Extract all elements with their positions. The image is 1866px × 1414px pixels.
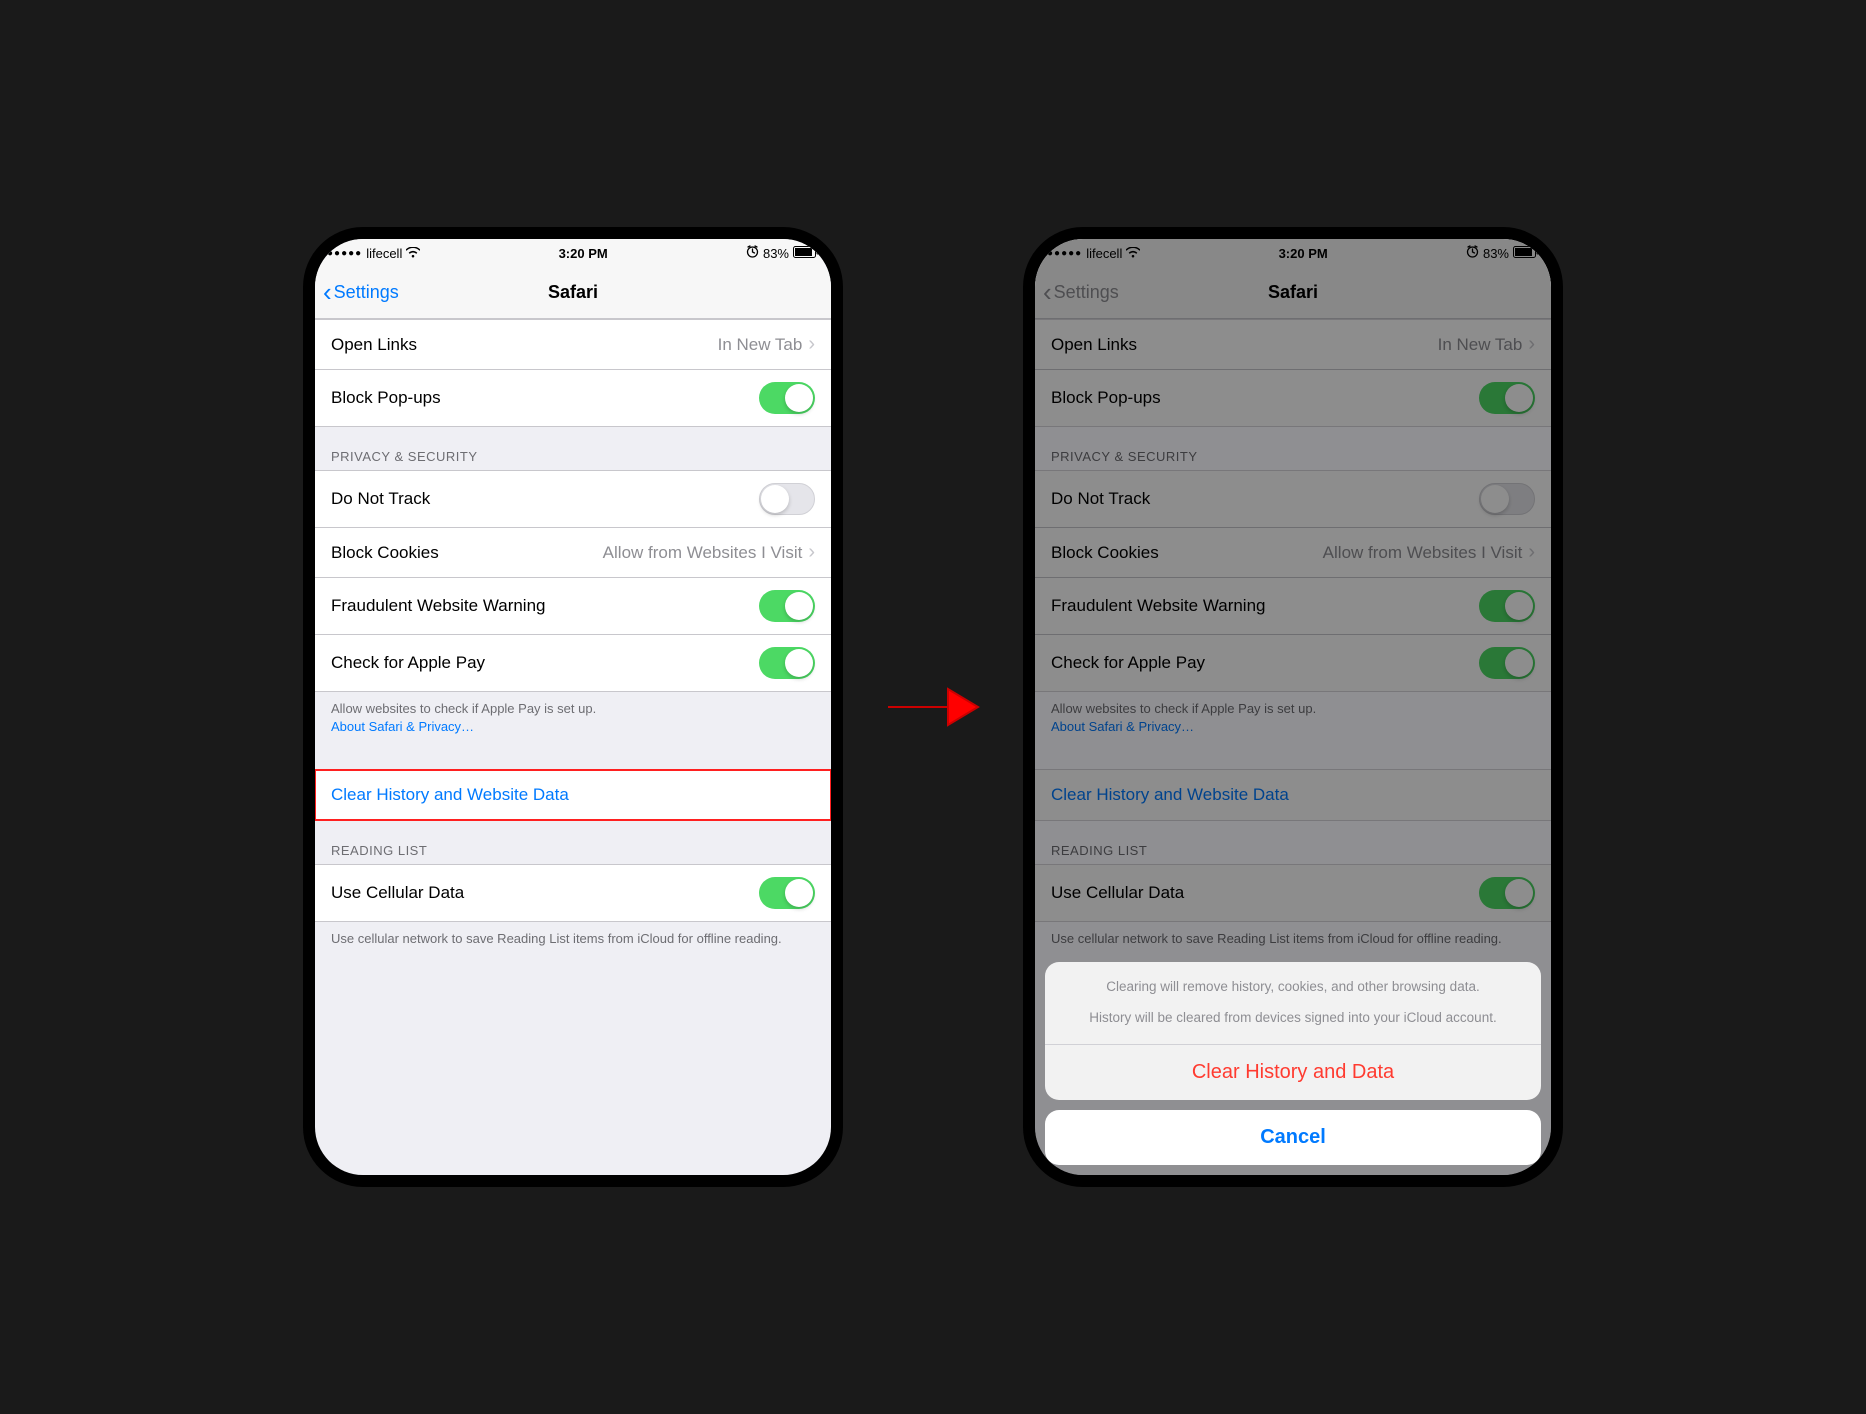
cellular-data-cell: Use Cellular Data [315, 865, 831, 921]
alarm-icon [746, 245, 759, 261]
clear-history-cell[interactable]: Clear History and Website Data [315, 770, 831, 820]
fraud-warning-label: Fraudulent Website Warning [331, 596, 759, 616]
clock-label: 3:20 PM [1279, 246, 1328, 261]
clear-history-label: Clear History and Website Data [331, 785, 815, 805]
open-links-cell[interactable]: Open Links In New Tab › [315, 320, 831, 370]
chevron-left-icon: ‹ [1043, 277, 1052, 308]
privacy-footer-text: Allow websites to check if Apple Pay is … [331, 701, 596, 716]
sheet-msg-line1: Clearing will remove history, cookies, a… [1065, 978, 1521, 997]
settings-content[interactable]: Open Links In New Tab › Block Pop-ups PR… [315, 319, 831, 1175]
fraud-warning-toggle[interactable] [1479, 590, 1535, 622]
dnt-toggle[interactable] [1479, 483, 1535, 515]
dnt-label: Do Not Track [1051, 489, 1479, 509]
apple-pay-toggle[interactable] [759, 647, 815, 679]
screen-right: ●●●●● lifecell 3:20 PM 83% ‹ Setting [1035, 239, 1551, 1175]
about-safari-privacy-link[interactable]: About Safari & Privacy… [331, 719, 474, 734]
action-sheet: Clearing will remove history, cookies, a… [1045, 962, 1541, 1165]
back-label: Settings [1054, 282, 1119, 303]
reading-footer: Use cellular network to save Reading Lis… [315, 922, 831, 954]
status-bar: ●●●●● lifecell 3:20 PM 83% [315, 239, 831, 267]
battery-pct-label: 83% [763, 246, 789, 261]
apple-pay-label: Check for Apple Pay [1051, 653, 1479, 673]
block-popups-cell: Block Pop-ups [1035, 370, 1551, 426]
block-popups-toggle[interactable] [1479, 382, 1535, 414]
chevron-right-icon: › [1528, 333, 1535, 356]
screen-left: ●●●●● lifecell 3:20 PM 83% ‹ Setting [315, 239, 831, 1175]
open-links-cell[interactable]: Open Links In New Tab › [1035, 320, 1551, 370]
open-links-value: In New Tab [718, 335, 803, 355]
cellular-data-toggle[interactable] [759, 877, 815, 909]
privacy-header: PRIVACY & SECURITY [1035, 427, 1551, 470]
apple-pay-toggle[interactable] [1479, 647, 1535, 679]
battery-icon [793, 246, 819, 261]
dnt-toggle[interactable] [759, 483, 815, 515]
battery-icon [1513, 246, 1539, 261]
arrow-icon [883, 677, 983, 737]
privacy-footer: Allow websites to check if Apple Pay is … [315, 692, 831, 741]
block-cookies-label: Block Cookies [331, 543, 439, 563]
privacy-footer: Allow websites to check if Apple Pay is … [1035, 692, 1551, 741]
carrier-label: lifecell [366, 246, 402, 261]
block-cookies-cell[interactable]: Block Cookies Allow from Websites I Visi… [1035, 528, 1551, 578]
cellular-data-label: Use Cellular Data [331, 883, 759, 903]
clear-history-label: Clear History and Website Data [1051, 785, 1535, 805]
reading-list-header: READING LIST [315, 821, 831, 864]
clear-history-data-button[interactable]: Clear History and Data [1045, 1045, 1541, 1100]
open-links-label: Open Links [1051, 335, 1438, 355]
nav-bar: ‹ Settings Safari [315, 267, 831, 319]
block-popups-label: Block Pop-ups [1051, 388, 1479, 408]
block-popups-cell: Block Pop-ups [315, 370, 831, 426]
wifi-icon [1126, 246, 1140, 261]
back-label: Settings [334, 282, 399, 303]
sheet-msg-line2: History will be cleared from devices sig… [1065, 1009, 1521, 1028]
block-cookies-value: Allow from Websites I Visit [449, 543, 803, 563]
apple-pay-cell: Check for Apple Pay [1035, 635, 1551, 691]
clock-label: 3:20 PM [559, 246, 608, 261]
cellular-data-cell: Use Cellular Data [1035, 865, 1551, 921]
dnt-cell: Do Not Track [315, 471, 831, 528]
back-button[interactable]: ‹ Settings [315, 277, 399, 308]
phone-right: ●●●●● lifecell 3:20 PM 83% ‹ Setting [1023, 227, 1563, 1187]
carrier-label: lifecell [1086, 246, 1122, 261]
privacy-header: PRIVACY & SECURITY [315, 427, 831, 470]
battery-pct-label: 83% [1483, 246, 1509, 261]
fraud-warning-cell: Fraudulent Website Warning [1035, 578, 1551, 635]
wifi-icon [406, 246, 420, 261]
status-bar: ●●●●● lifecell 3:20 PM 83% [1035, 239, 1551, 267]
open-links-label: Open Links [331, 335, 718, 355]
about-safari-privacy-link[interactable]: About Safari & Privacy… [1051, 719, 1194, 734]
clear-history-cell[interactable]: Clear History and Website Data [1035, 770, 1551, 820]
phone-left: ●●●●● lifecell 3:20 PM 83% ‹ Setting [303, 227, 843, 1187]
dnt-cell: Do Not Track [1035, 471, 1551, 528]
privacy-footer-text: Allow websites to check if Apple Pay is … [1051, 701, 1316, 716]
fraud-warning-cell: Fraudulent Website Warning [315, 578, 831, 635]
chevron-left-icon: ‹ [323, 277, 332, 308]
block-popups-label: Block Pop-ups [331, 388, 759, 408]
chevron-right-icon: › [1528, 541, 1535, 564]
nav-bar: ‹ Settings Safari [1035, 267, 1551, 319]
chevron-right-icon: › [808, 541, 815, 564]
fraud-warning-label: Fraudulent Website Warning [1051, 596, 1479, 616]
block-popups-toggle[interactable] [759, 382, 815, 414]
fraud-warning-toggle[interactable] [759, 590, 815, 622]
block-cookies-value: Allow from Websites I Visit [1169, 543, 1523, 563]
block-cookies-cell[interactable]: Block Cookies Allow from Websites I Visi… [315, 528, 831, 578]
cellular-data-toggle[interactable] [1479, 877, 1535, 909]
reading-list-header: READING LIST [1035, 821, 1551, 864]
back-button[interactable]: ‹ Settings [1035, 277, 1119, 308]
apple-pay-cell: Check for Apple Pay [315, 635, 831, 691]
cellular-data-label: Use Cellular Data [1051, 883, 1479, 903]
signal-dots-icon: ●●●●● [1047, 248, 1082, 259]
reading-footer: Use cellular network to save Reading Lis… [1035, 922, 1551, 954]
block-cookies-label: Block Cookies [1051, 543, 1159, 563]
action-sheet-message: Clearing will remove history, cookies, a… [1045, 962, 1541, 1045]
signal-dots-icon: ●●●●● [327, 248, 362, 259]
cancel-button[interactable]: Cancel [1045, 1110, 1541, 1165]
open-links-value: In New Tab [1438, 335, 1523, 355]
chevron-right-icon: › [808, 333, 815, 356]
alarm-icon [1466, 245, 1479, 261]
dnt-label: Do Not Track [331, 489, 759, 509]
apple-pay-label: Check for Apple Pay [331, 653, 759, 673]
